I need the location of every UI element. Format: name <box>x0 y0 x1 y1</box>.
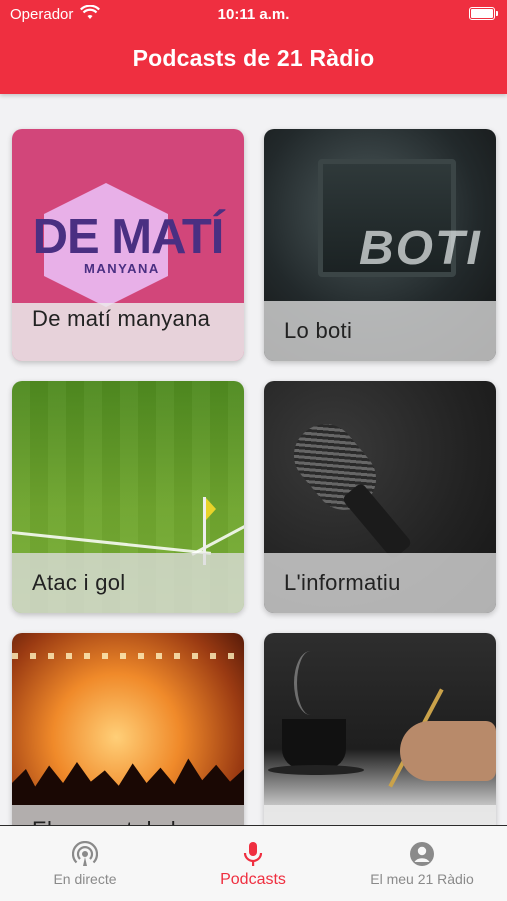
tab-label: Podcasts <box>220 871 286 888</box>
tab-en-directe[interactable]: En directe <box>20 826 150 901</box>
bottom-tab-bar: En directe Podcasts El meu 21 Ràdio <box>0 825 507 901</box>
steam-shape <box>294 651 327 715</box>
podcast-title: L'informatiu <box>264 553 496 613</box>
pitch-line <box>191 525 244 556</box>
app-header: Operador 10:11 a.m. Podcasts de 21 Ràdio <box>0 0 507 94</box>
cover-logo-text: BOTI <box>359 222 482 275</box>
status-time: 10:11 a.m. <box>217 6 290 23</box>
coffee-cup-shape <box>282 719 346 769</box>
battery-icon <box>469 7 498 20</box>
broadcast-icon <box>72 841 98 866</box>
saucer-shape <box>268 765 364 775</box>
microphone-body-shape <box>341 482 413 560</box>
podcast-grid: DE MATÍ MANYANA De matí manyana BOTI Lo … <box>0 94 507 825</box>
tab-label: En directe <box>53 871 117 887</box>
podcast-title: Lo boti <box>264 301 496 361</box>
podcast-title: De matí manyana <box>12 303 244 361</box>
podcast-cover-image <box>264 633 496 825</box>
hand-shape <box>400 721 496 781</box>
podcast-cover-image <box>12 633 244 825</box>
podcast-card-de-mati-manyana[interactable]: DE MATÍ MANYANA De matí manyana <box>12 129 244 361</box>
cover-logo-text: DE MATÍ <box>32 210 225 264</box>
tab-el-meu-21-radio[interactable]: El meu 21 Ràdio <box>357 826 487 901</box>
tab-podcasts[interactable]: Podcasts <box>188 826 318 901</box>
tab-label: El meu 21 Ràdio <box>370 871 474 887</box>
page-title: Podcasts de 21 Ràdio <box>132 45 375 71</box>
cover-logo-subtext: MANYANA <box>84 261 160 276</box>
podcast-title: El concert de la <box>12 805 244 825</box>
user-account-icon <box>410 842 434 866</box>
microphone-icon <box>243 842 263 866</box>
stage-lights-shape <box>12 653 244 659</box>
podcast-card-cafe[interactable] <box>264 633 496 825</box>
pitch-line <box>12 531 212 555</box>
podcast-card-linformatiu[interactable]: L'informatiu <box>264 381 496 613</box>
podcast-title: Atac i gol <box>12 553 244 613</box>
status-bar: Operador 10:11 a.m. <box>0 0 507 28</box>
podcast-card-lo-boti[interactable]: BOTI Lo boti <box>264 129 496 361</box>
corner-flag-icon <box>206 498 216 520</box>
podcast-card-atac-i-gol[interactable]: Atac i gol <box>12 381 244 613</box>
podcast-card-el-concert[interactable]: El concert de la <box>12 633 244 825</box>
podcast-title <box>264 805 496 825</box>
